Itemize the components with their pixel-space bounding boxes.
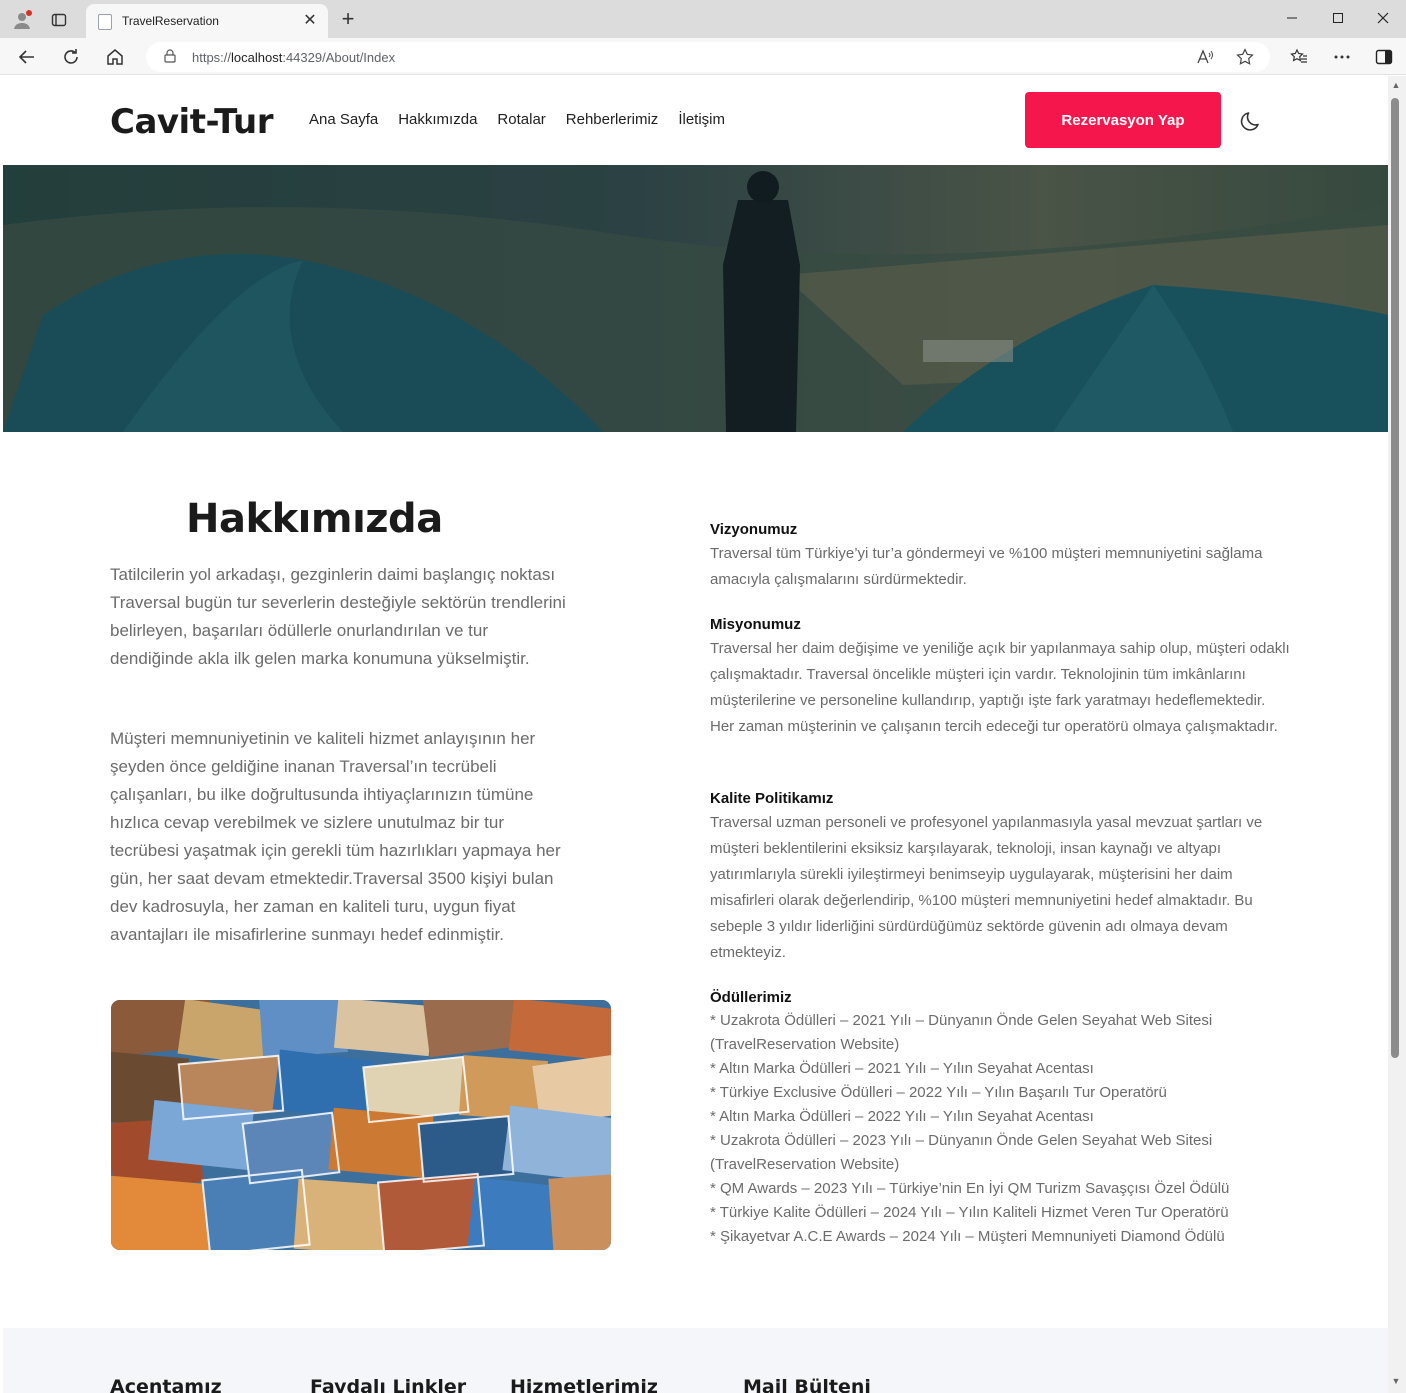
award-item: * Türkiye Kalite Ödülleri – 2024 Yılı – … <box>710 1204 1229 1221</box>
hero-banner-image <box>3 165 1388 432</box>
nav-link-routes[interactable]: Rotalar <box>497 111 545 128</box>
tab-title: TravelReservation <box>122 14 219 28</box>
browser-toolbar: https://localhost:44329/About/Index <box>0 38 1406 75</box>
award-item: * Altın Marka Ödülleri – 2021 Yılı – Yıl… <box>710 1060 1094 1077</box>
tab-actions-icon[interactable] <box>47 8 71 32</box>
scroll-down-arrow-icon[interactable]: ▼ <box>1391 1376 1401 1386</box>
lock-icon[interactable] <box>164 49 176 63</box>
profile-icon[interactable] <box>10 8 34 32</box>
favorites-icon[interactable] <box>1286 44 1312 70</box>
footer-heading-services: Hizmetlerimiz <box>510 1376 658 1393</box>
url-text: https://localhost:44329/About/Index <box>192 50 396 65</box>
mission-text: Traversal her daim değişime ve yeniliğe … <box>710 640 1290 735</box>
sidebar-toggle-icon[interactable] <box>1371 44 1397 70</box>
awards-list: * Uzakrota Ödülleri – 2021 Yılı – Dünyan… <box>710 1009 1290 1249</box>
scroll-up-arrow-icon[interactable]: ▲ <box>1391 80 1401 90</box>
new-tab-icon[interactable]: + <box>336 6 360 32</box>
dark-mode-toggle-icon[interactable] <box>1239 109 1263 133</box>
site-footer: Acentamız Faydalı Linkler Hizmetlerimiz … <box>3 1328 1388 1393</box>
browser-tab-bar: TravelReservation ✕ + <box>0 0 1406 38</box>
award-item: * QM Awards – 2023 Yılı – Türkiye’nin En… <box>710 1180 1230 1197</box>
window-close-icon[interactable] <box>1360 3 1406 33</box>
scrollbar-thumb[interactable] <box>1391 98 1399 1058</box>
minimize-icon[interactable] <box>1269 3 1315 33</box>
awards-section: Ödüllerimiz * Uzakrota Ödülleri – 2021 Y… <box>710 987 1290 1249</box>
address-bar[interactable]: https://localhost:44329/About/Index <box>146 42 1270 72</box>
vision-section: Vizyonumuz Traversal tüm Türkiye’yi tur’… <box>710 519 1290 593</box>
reservation-button[interactable]: Rezervasyon Yap <box>1025 92 1221 148</box>
reload-icon[interactable] <box>58 44 84 70</box>
back-icon[interactable] <box>14 44 40 70</box>
site-header: Cavit-Tur Ana Sayfa Hakkımızda Rotalar R… <box>3 76 1388 165</box>
vision-text: Traversal tüm Türkiye’yi tur’a göndermey… <box>710 545 1263 588</box>
about-paragraph-1: Tatilcilerin yol arkadaşı, gezginlerin d… <box>110 565 566 668</box>
tab-close-icon[interactable]: ✕ <box>300 10 320 30</box>
home-icon[interactable] <box>102 44 128 70</box>
quality-heading: Kalite Politikamız <box>710 790 834 807</box>
nav-link-contact[interactable]: İletişim <box>678 111 725 128</box>
award-item: * Altın Marka Ödülleri – 2022 Yılı – Yıl… <box>710 1108 1094 1125</box>
site-logo[interactable]: Cavit-Tur <box>110 102 274 142</box>
more-options-icon[interactable] <box>1329 44 1355 70</box>
maximize-icon[interactable] <box>1315 3 1361 33</box>
nav-link-guides[interactable]: Rehberlerimiz <box>566 111 659 128</box>
read-aloud-icon[interactable] <box>1194 47 1216 67</box>
main-nav: Ana Sayfa Hakkımızda Rotalar Rehberlerim… <box>309 111 745 128</box>
award-item: * Türkiye Exclusive Ödülleri – 2022 Yılı… <box>710 1084 1167 1101</box>
mission-section: Misyonumuz Traversal her daim değişime v… <box>710 614 1290 740</box>
quality-text: Traversal uzman personeli ve profesyonel… <box>710 814 1263 961</box>
page-viewport: Cavit-Tur Ana Sayfa Hakkımızda Rotalar R… <box>3 76 1388 1393</box>
footer-heading-agency: Acentamız <box>110 1376 222 1393</box>
footer-heading-links: Faydalı Linkler <box>310 1376 467 1393</box>
award-item: * Şikayetvar A.C.E Awards – 2024 Yılı – … <box>710 1228 1225 1245</box>
page-favicon-icon <box>98 14 112 30</box>
footer-heading-newsletter: Mail Bülteni <box>743 1376 871 1393</box>
about-paragraph-2: Müşteri memnuniyetinin ve kaliteli hizme… <box>110 729 561 944</box>
browser-tab[interactable]: TravelReservation ✕ <box>86 4 328 38</box>
nav-link-home[interactable]: Ana Sayfa <box>309 111 378 128</box>
travel-collage-image <box>111 1000 611 1250</box>
mission-heading: Misyonumuz <box>710 616 801 633</box>
page-scrollbar[interactable]: ▲ ▼ <box>1388 76 1406 1393</box>
nav-link-about[interactable]: Hakkımızda <box>398 111 477 128</box>
award-item: * Uzakrota Ödülleri – 2021 Yılı – Dünyan… <box>710 1012 1213 1053</box>
page-title: Hakkımızda <box>186 496 443 542</box>
favorite-star-icon[interactable] <box>1234 47 1256 67</box>
quality-section: Kalite Politikamız Traversal uzman perso… <box>710 788 1290 966</box>
vision-heading: Vizyonumuz <box>710 521 798 538</box>
award-item: * Uzakrota Ödülleri – 2023 Yılı – Dünyan… <box>710 1132 1213 1173</box>
awards-heading: Ödüllerimiz <box>710 989 792 1006</box>
